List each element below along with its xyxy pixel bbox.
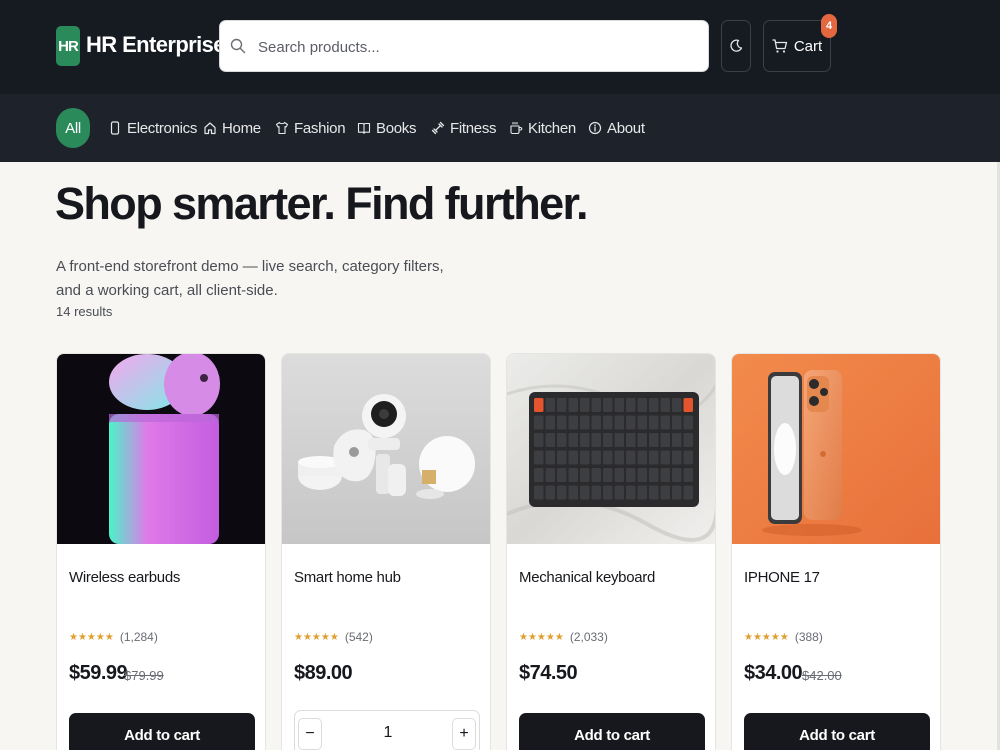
category-fashion[interactable]: Fashion [275, 94, 346, 162]
product-rating: ★★★★★ (388) [744, 630, 823, 644]
mug-icon [510, 121, 523, 135]
product-image-keyboard[interactable] [507, 354, 715, 544]
product-rating: ★★★★★ (542) [294, 630, 373, 644]
review-count: (542) [344, 630, 373, 644]
add-to-cart-button[interactable]: Add to cart [69, 713, 255, 750]
house-icon [204, 122, 216, 135]
product-price: $59.99 [69, 662, 128, 684]
review-count: (1,284) [119, 630, 158, 644]
shirt-icon [275, 121, 289, 135]
category-about[interactable]: About [588, 94, 645, 162]
product-price: $89.00 [294, 662, 353, 684]
original-price: $42.00 [802, 668, 842, 683]
product-rating: ★★★★★ (2,033) [519, 630, 608, 644]
search-input[interactable] [258, 31, 698, 63]
category-label: Electronics [127, 119, 198, 137]
product-image-iphone[interactable] [732, 354, 940, 544]
category-electronics[interactable]: Electronics [108, 94, 197, 162]
product-card: Mechanical keyboard ★★★★★ (2,033) $74.50… [506, 353, 716, 750]
store-name[interactable]: HR Enterprises [86, 32, 237, 58]
category-label: Home [222, 119, 261, 137]
dumbbell-icon [431, 121, 445, 135]
category-label: Books [376, 119, 417, 137]
review-count: (2,033) [569, 630, 608, 644]
category-label: About [607, 119, 645, 137]
product-price: $34.00 [744, 662, 803, 684]
logo-badge[interactable]: HR [56, 26, 80, 66]
product-rating: ★★★★★ (1,284) [69, 630, 158, 644]
product-card: Wireless earbuds ★★★★★ (1,284) $59.99 $7… [56, 353, 266, 750]
product-name[interactable]: IPHONE 17 [744, 569, 820, 586]
star-rating: ★★★★★ [294, 631, 339, 643]
book-icon [357, 122, 371, 135]
review-count: (388) [794, 630, 823, 644]
hero-title: Shop smarter. Find further. [55, 178, 588, 229]
star-rating: ★★★★★ [744, 631, 789, 643]
category-books[interactable]: Books [357, 94, 417, 162]
search-box[interactable] [219, 20, 709, 72]
product-image-smart-home-hub[interactable] [282, 354, 490, 544]
category-label: Fashion [294, 119, 346, 137]
phone-icon [110, 121, 120, 135]
category-label: Fitness [450, 119, 497, 137]
quantity-value: 1 [383, 724, 393, 741]
category-fitness[interactable]: Fitness [431, 94, 497, 162]
product-price: $74.50 [519, 662, 578, 684]
category-all[interactable]: All [56, 108, 90, 148]
info-icon [588, 121, 602, 135]
category-kitchen[interactable]: Kitchen [509, 94, 576, 162]
decrease-quantity-button[interactable]: − [298, 718, 322, 750]
add-to-cart-button[interactable]: Add to cart [744, 713, 930, 750]
theme-toggle-button[interactable] [721, 20, 751, 72]
top-header: HR HR Enterprises Cart 4 [0, 0, 1000, 94]
category-label: Kitchen [528, 119, 576, 137]
add-to-cart-button[interactable]: Add to cart [519, 713, 705, 750]
product-card: IPHONE 17 ★★★★★ (388) $34.00 $42.00 Add … [731, 353, 941, 750]
product-name[interactable]: Wireless earbuds [69, 569, 180, 586]
product-name[interactable]: Smart home hub [294, 569, 401, 586]
product-card: Smart home hub ★★★★★ (542) $89.00 − 1 + [281, 353, 491, 750]
hero-subtitle: A front-end storefront demo — live searc… [56, 258, 444, 299]
star-rating: ★★★★★ [519, 631, 564, 643]
cart-count-badge: 4 [821, 14, 837, 38]
moon-icon [730, 39, 743, 52]
result-count: 14 results [56, 304, 113, 319]
category-home[interactable]: Home [203, 94, 261, 162]
product-name[interactable]: Mechanical keyboard [519, 569, 655, 586]
search-icon [230, 38, 246, 54]
category-nav: All Electronics Home Fashion Books Fitne… [0, 94, 1000, 162]
product-image-earbuds[interactable] [57, 354, 265, 544]
category-label: All [65, 119, 81, 137]
star-rating: ★★★★★ [69, 631, 114, 643]
cart-label: Cart [793, 37, 823, 55]
quantity-stepper: − 1 + [294, 710, 480, 750]
original-price: $79.99 [124, 668, 164, 683]
cart-icon [772, 39, 787, 53]
increase-quantity-button[interactable]: + [452, 718, 476, 750]
